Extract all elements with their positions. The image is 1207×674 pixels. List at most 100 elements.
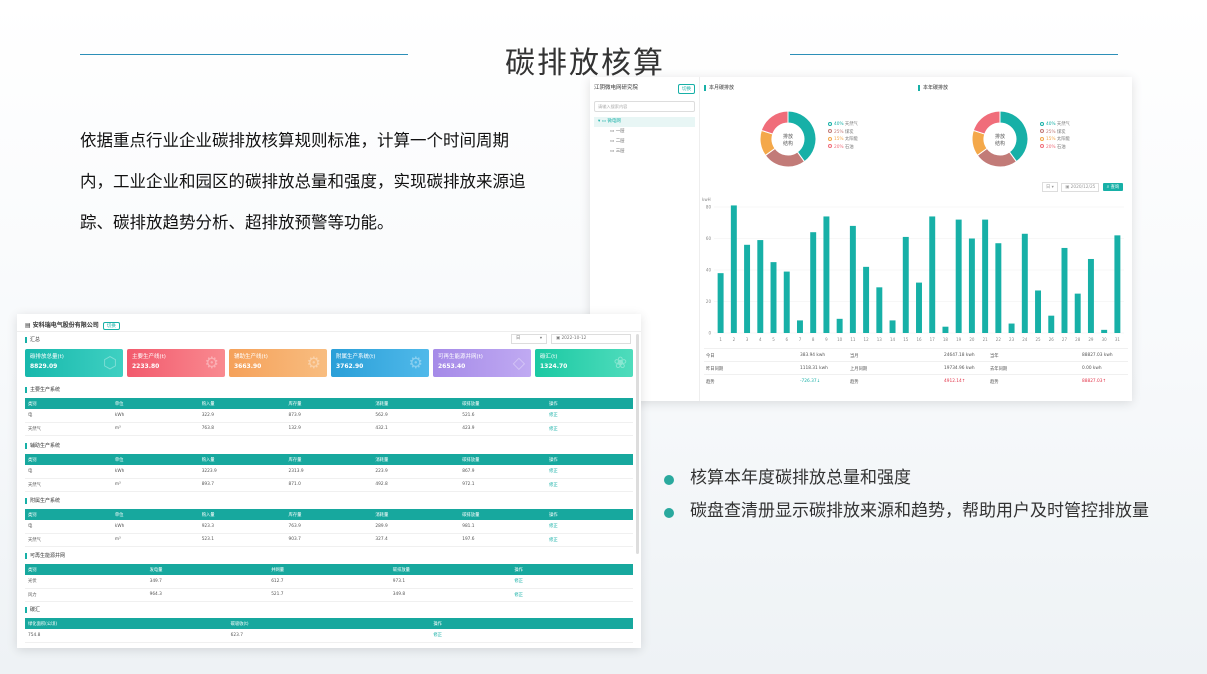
stat-value: 1118.31 kwh	[800, 366, 828, 371]
x-tick-label: 5	[772, 337, 775, 342]
fix-link[interactable]: 修正	[430, 629, 633, 643]
legend-dot-icon	[1040, 129, 1044, 133]
leaf-icon: ❀	[613, 353, 627, 372]
query-button[interactable]: ⌕ 查询	[1102, 183, 1124, 191]
bar	[929, 216, 936, 333]
bar	[810, 232, 817, 333]
fix-link[interactable]: 修正	[511, 575, 633, 589]
table-cell: 973.1	[389, 575, 512, 589]
table-cell: 903.7	[285, 533, 373, 547]
column-header: 操作	[430, 618, 633, 629]
table-cell: 电	[25, 409, 112, 423]
column-header: 类别	[25, 454, 112, 465]
column-header: 类别	[25, 509, 112, 520]
table-cell: 754.8	[25, 629, 228, 643]
legend-percent: 20%	[1046, 144, 1057, 150]
section-title: 辅助生产系统	[25, 443, 60, 449]
table-cell: kWh	[111, 465, 199, 479]
summary-card: 附属生产系统(t) 3762.90 ⚙	[331, 349, 429, 377]
legend-percent: 40%	[1046, 122, 1057, 127]
column-header: 碳排放量	[389, 564, 512, 575]
legend-label: 天然气	[844, 122, 858, 127]
table-cell: m³	[111, 533, 199, 547]
legend-dot-icon	[1040, 136, 1044, 141]
table-cell: 197.6	[459, 533, 547, 547]
table-header-row: 类别 单位 购入量 库存量 消耗量 碳排放量 操作	[25, 509, 633, 520]
x-tick-label: 15	[903, 337, 909, 342]
legend-percent: 25%	[1046, 129, 1057, 135]
bar	[1061, 247, 1068, 333]
header-divider	[17, 331, 641, 332]
column-header: 操作	[546, 454, 633, 465]
donut-center-label: 结构	[783, 140, 793, 147]
stats-row: 今日 383.94 kwh 当月 24647.18 kwh 当年 88827.0…	[704, 348, 1128, 361]
column-header: 消耗量	[372, 398, 460, 409]
scrollbar[interactable]	[636, 334, 639, 554]
donut-slice	[972, 110, 1001, 135]
section-title: 主要生产系统	[25, 387, 60, 393]
grid-icon: ◇	[512, 353, 525, 372]
x-tick-label: 3	[746, 337, 749, 342]
column-header: 碳排放量	[459, 454, 547, 465]
x-tick-label: 25	[1035, 337, 1041, 342]
stat-label: 昨日同期	[706, 367, 724, 372]
y-tick-label: 0	[708, 331, 711, 336]
stat-value: 383.94 kwh	[800, 353, 826, 358]
date-picker[interactable]: ▣ 2022-10-12	[551, 334, 631, 344]
switch-button[interactable]: 切换	[678, 84, 695, 94]
fix-link[interactable]: 修正	[546, 478, 633, 492]
legend-item: 40% 天然气	[1040, 121, 1070, 129]
unit-select[interactable]: 日 ▾	[511, 334, 547, 344]
unit-select[interactable]: 日 ▾	[1042, 182, 1058, 192]
switch-button[interactable]: 切换	[102, 322, 120, 330]
x-tick-label: 23	[1009, 337, 1015, 342]
column-header: 绿化面积(公顷)	[25, 618, 228, 629]
legend-item: 20% 石油	[828, 144, 858, 152]
section-title: 碳汇	[25, 607, 40, 613]
column-header: 操作	[546, 509, 633, 520]
fix-link[interactable]: 修正	[546, 409, 633, 423]
month-emission-title: 本月碳排放	[704, 85, 734, 91]
table-row: 光伏 349.7 612.7 973.1 修正	[25, 575, 633, 589]
legend-label: 石油	[844, 144, 854, 150]
legend-label: 太阳能	[844, 137, 858, 142]
table-header-row: 类别 发电量 并网量 碳排放量 操作	[25, 564, 633, 575]
gear-icon: ⚙	[408, 353, 423, 372]
stat-trend-value: 88827.03↑	[1082, 379, 1107, 384]
fix-link[interactable]: 修正	[511, 588, 633, 602]
summary-card: 碳汇(t) 1324.70 ❀	[535, 349, 633, 377]
table-cell: 2313.9	[285, 465, 373, 479]
fix-link[interactable]: 修正	[546, 465, 633, 479]
table-header-row: 绿化面积(公顷) 碳吸收(t) 操作	[25, 618, 633, 629]
column-header: 购入量	[198, 509, 286, 520]
legend-item: 40% 天然气	[828, 121, 858, 129]
month-legend: 40% 天然气 25% 煤炭 15% 太阳能 20% 石油	[828, 121, 858, 151]
bar	[955, 219, 962, 333]
table-cell: 521.7	[268, 588, 390, 602]
table-row: 754.8 623.7 修正	[25, 629, 633, 643]
fix-link[interactable]: 修正	[546, 533, 633, 547]
legend-dot-icon	[828, 129, 832, 133]
bar	[836, 318, 843, 333]
legend-dot-icon	[828, 144, 832, 148]
description-text: 依据重点行业企业碳排放核算规则标准，计算一个时间周期内，工业企业和园区的碳排放总…	[80, 131, 526, 232]
x-tick-label: 6	[785, 337, 788, 342]
column-header: 库存量	[285, 398, 373, 409]
legend-label: 石油	[1056, 144, 1066, 150]
stats-table: 今日 383.94 kwh 当月 24647.18 kwh 当年 88827.0…	[704, 348, 1128, 387]
year-emission-title: 本年碳排放	[918, 85, 948, 91]
date-picker[interactable]: ▣ 2020/12/25	[1061, 183, 1100, 192]
legend-label: 太阳能	[1056, 137, 1070, 142]
summary-cards: 碳排放总量(t) 8829.09 ⬡ 主要生产线(t) 2233.80 ⚙ 辅助生产线(…	[25, 349, 633, 377]
bar	[995, 243, 1002, 333]
fix-link[interactable]: 修正	[546, 422, 633, 436]
table-row: 风力 964.3 521.7 349.8 修正	[25, 588, 633, 602]
stat-label: 趋势	[990, 380, 999, 385]
table-cell: 423.9	[459, 422, 547, 436]
x-tick-label: 1	[719, 337, 722, 342]
legend-dot-icon	[1040, 121, 1044, 126]
fix-link[interactable]: 修正	[546, 520, 633, 534]
slide-title: 碳排放核算	[505, 46, 665, 81]
x-tick-label: 14	[890, 337, 896, 342]
bar	[1101, 329, 1108, 333]
